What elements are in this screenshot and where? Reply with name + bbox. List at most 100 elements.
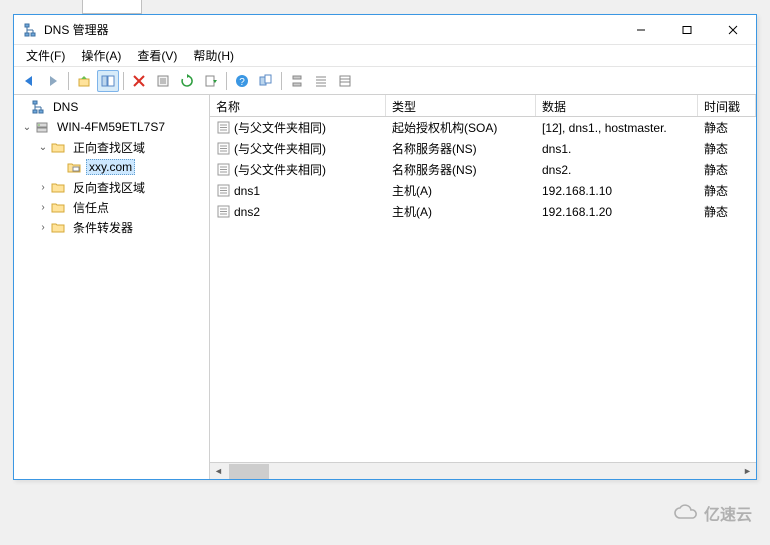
refresh-button[interactable] — [176, 70, 198, 92]
window-title: DNS 管理器 — [44, 21, 618, 38]
forward-button[interactable] — [42, 70, 64, 92]
record-row[interactable]: (与父文件夹相同)名称服务器(NS)dns1.静态 — [210, 138, 756, 159]
record-icon — [216, 142, 230, 156]
menu-view[interactable]: 查看(V) — [129, 45, 185, 66]
folder-icon — [50, 139, 66, 155]
titlebar: DNS 管理器 — [14, 15, 756, 45]
back-button[interactable] — [18, 70, 40, 92]
filter-button[interactable] — [286, 70, 308, 92]
record-icon — [216, 205, 230, 219]
record-data: dns2. — [536, 163, 698, 177]
menu-action[interactable]: 操作(A) — [73, 45, 129, 66]
expander-icon[interactable]: › — [36, 182, 50, 193]
dns-app-icon — [22, 22, 38, 38]
tree-server[interactable]: ⌄ WIN-4FM59ETL7S7 — [14, 117, 209, 137]
folder-icon — [50, 219, 66, 235]
delete-button[interactable] — [128, 70, 150, 92]
record-type: 名称服务器(NS) — [386, 161, 536, 178]
cloud-icon — [672, 504, 700, 522]
horizontal-scrollbar[interactable]: ◄ ► — [210, 462, 756, 479]
zone-icon — [66, 159, 82, 175]
close-button[interactable] — [710, 15, 756, 44]
record-icon — [216, 184, 230, 198]
tree-trust-points[interactable]: › 信任点 — [14, 197, 209, 217]
folder-icon — [50, 199, 66, 215]
record-data: dns1. — [536, 142, 698, 156]
tree-label: xxy.com — [86, 159, 135, 175]
svg-text:?: ? — [239, 77, 245, 88]
tree-label: WIN-4FM59ETL7S7 — [54, 120, 168, 134]
watermark-text: 亿速云 — [704, 501, 752, 525]
tree-pane[interactable]: DNS ⌄ WIN-4FM59ETL7S7 ⌄ 正向查找区域 xxy.com ›… — [14, 95, 210, 479]
export-list-button[interactable] — [200, 70, 222, 92]
record-name: (与父文件夹相同) — [210, 140, 386, 157]
expander-icon[interactable]: ⌄ — [36, 142, 50, 153]
help-button[interactable]: ? — [231, 70, 253, 92]
record-name: dns2 — [210, 205, 386, 219]
window-controls — [618, 15, 756, 44]
expander-icon[interactable]: › — [36, 202, 50, 213]
tree-label: DNS — [50, 100, 81, 114]
record-row[interactable]: (与父文件夹相同)名称服务器(NS)dns2.静态 — [210, 159, 756, 180]
record-type: 起始授权机构(SOA) — [386, 119, 536, 136]
record-data: 192.168.1.10 — [536, 184, 698, 198]
record-timestamp: 静态 — [698, 203, 756, 220]
menubar: 文件(F) 操作(A) 查看(V) 帮助(H) — [14, 45, 756, 67]
properties-button[interactable] — [152, 70, 174, 92]
tree-reverse-zones[interactable]: › 反向查找区域 — [14, 177, 209, 197]
expander-icon[interactable]: ⌄ — [20, 122, 34, 133]
menu-file[interactable]: 文件(F) — [18, 45, 73, 66]
record-type: 主机(A) — [386, 182, 536, 199]
record-row[interactable]: dns1主机(A)192.168.1.10静态 — [210, 180, 756, 201]
tree-label: 信任点 — [70, 199, 112, 216]
minimize-button[interactable] — [618, 15, 664, 44]
body-split: DNS ⌄ WIN-4FM59ETL7S7 ⌄ 正向查找区域 xxy.com ›… — [14, 95, 756, 479]
maximize-button[interactable] — [664, 15, 710, 44]
tree-conditional-forwarders[interactable]: › 条件转发器 — [14, 217, 209, 237]
menu-help[interactable]: 帮助(H) — [185, 45, 242, 66]
toolbar-separator — [123, 72, 124, 90]
record-name: (与父文件夹相同) — [210, 119, 386, 136]
list-header: 名称 类型 数据 时间戳 — [210, 95, 756, 117]
folder-icon — [50, 179, 66, 195]
server-icon — [34, 119, 50, 135]
toolbar: ? — [14, 67, 756, 95]
tree-forward-zones[interactable]: ⌄ 正向查找区域 — [14, 137, 209, 157]
column-header-type[interactable]: 类型 — [386, 95, 536, 116]
record-name: (与父文件夹相同) — [210, 161, 386, 178]
column-header-data[interactable]: 数据 — [536, 95, 698, 116]
detail-view-button[interactable] — [334, 70, 356, 92]
record-data: 192.168.1.20 — [536, 205, 698, 219]
record-type: 名称服务器(NS) — [386, 140, 536, 157]
scroll-right-arrow[interactable]: ► — [739, 463, 756, 480]
scroll-thumb[interactable] — [229, 464, 269, 479]
toolbar-separator — [68, 72, 69, 90]
expander-icon[interactable]: › — [36, 222, 50, 233]
show-hide-tree-button[interactable] — [97, 70, 119, 92]
record-data: [12], dns1., hostmaster. — [536, 121, 698, 135]
column-header-timestamp[interactable]: 时间戳 — [698, 95, 756, 116]
record-row[interactable]: (与父文件夹相同)起始授权机构(SOA)[12], dns1., hostmas… — [210, 117, 756, 138]
tree-label: 条件转发器 — [70, 219, 136, 236]
record-timestamp: 静态 — [698, 140, 756, 157]
watermark: 亿速云 — [672, 501, 752, 525]
record-timestamp: 静态 — [698, 161, 756, 178]
record-row[interactable]: dns2主机(A)192.168.1.20静态 — [210, 201, 756, 222]
column-header-name[interactable]: 名称 — [210, 95, 386, 116]
list-body[interactable]: (与父文件夹相同)起始授权机构(SOA)[12], dns1., hostmas… — [210, 117, 756, 462]
record-name: dns1 — [210, 184, 386, 198]
list-pane: 名称 类型 数据 时间戳 (与父文件夹相同)起始授权机构(SOA)[12], d… — [210, 95, 756, 479]
toolbar-separator — [226, 72, 227, 90]
record-timestamp: 静态 — [698, 182, 756, 199]
up-folder-button[interactable] — [73, 70, 95, 92]
record-icon — [216, 121, 230, 135]
record-icon — [216, 163, 230, 177]
toolbar-separator — [281, 72, 282, 90]
new-window-button[interactable] — [255, 70, 277, 92]
tree-root-dns[interactable]: DNS — [14, 97, 209, 117]
tree-label: 正向查找区域 — [70, 139, 148, 156]
tree-zone-xxy-com[interactable]: xxy.com — [14, 157, 209, 177]
scroll-left-arrow[interactable]: ◄ — [210, 463, 227, 480]
background-tab-stub — [82, 0, 142, 14]
list-view-button[interactable] — [310, 70, 332, 92]
